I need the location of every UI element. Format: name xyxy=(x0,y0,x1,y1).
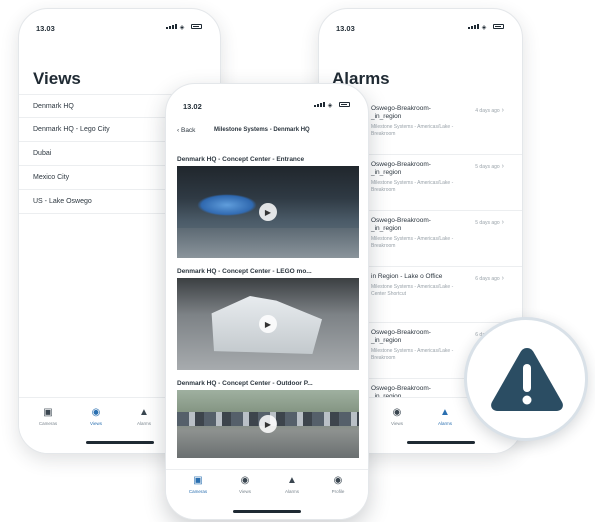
tab-label: Views xyxy=(391,421,403,426)
nav-bar: ‹ Back Milestone Systems - Denmark HQ xyxy=(166,124,368,140)
tab-views[interactable]: ◉ Views xyxy=(377,407,417,427)
warning-icon xyxy=(491,348,563,411)
alarm-icon: ▲ xyxy=(287,475,297,486)
home-indicator xyxy=(406,441,475,444)
alarm-subtitle: Milestone Systems - Americas/Lake - Brea… xyxy=(371,348,454,361)
alarm-subtitle: Milestone Systems - Americas/Lake - Brea… xyxy=(371,124,454,137)
alarm-subtitle: Milestone Systems - Americas/Lake - Brea… xyxy=(371,236,454,249)
home-indicator xyxy=(85,441,154,444)
tab-label: Profile xyxy=(331,489,345,494)
cameras-phone: 13.02 ◈ ‹ Back Milestone Systems - Denma… xyxy=(165,83,369,520)
tab-profile[interactable]: ◉ Profile xyxy=(318,475,358,495)
status-time: 13.03 xyxy=(36,24,55,33)
tab-cameras[interactable]: ▣ Cameras xyxy=(28,407,68,427)
eye-icon: ◉ xyxy=(240,475,250,486)
battery-icon xyxy=(339,102,350,107)
alarm-time: 4 days ago xyxy=(475,107,504,114)
alarm-title: Oswego-Breakroom-_in_region xyxy=(371,329,431,344)
tab-label: Views xyxy=(239,489,251,494)
battery-icon xyxy=(191,24,202,29)
profile-icon: ◉ xyxy=(333,475,343,486)
wifi-icon: ◈ xyxy=(179,25,186,31)
camera-feed[interactable]: ▶ xyxy=(177,278,359,370)
page-title: Views xyxy=(33,69,81,88)
eye-icon: ◉ xyxy=(91,407,101,418)
wifi-icon: ◈ xyxy=(481,25,488,31)
alarm-time: 6 days ago xyxy=(475,275,504,282)
tab-alarms[interactable]: ▲ Alarms xyxy=(272,475,312,495)
battery-icon xyxy=(493,24,504,29)
tab-label: Cameras xyxy=(188,489,208,494)
alarm-subtitle: Milestone Systems - Americas/Lake - Brea… xyxy=(371,180,454,193)
camera-icon: ▣ xyxy=(193,475,203,486)
camera-feeds: Denmark HQ - Concept Center - Entrance ▶… xyxy=(177,154,359,466)
play-icon[interactable]: ▶ xyxy=(259,315,277,333)
tab-views[interactable]: ◉ Views xyxy=(76,407,116,427)
tab-label: Alarms xyxy=(136,421,151,426)
tab-alarms[interactable]: ▲ Alarms xyxy=(124,407,164,427)
camera-feed[interactable]: ▶ xyxy=(177,390,359,458)
alarm-icon: ▲ xyxy=(139,407,149,418)
tab-cameras[interactable]: ▣ Cameras xyxy=(178,475,218,495)
tab-views[interactable]: ◉ Views xyxy=(225,475,265,495)
status-indicators: ◈ xyxy=(314,102,350,109)
status-bar: 13.02 ◈ xyxy=(166,84,368,114)
signal-icon xyxy=(166,24,178,29)
status-indicators: ◈ xyxy=(166,24,202,31)
nav-title: Milestone Systems - Denmark HQ xyxy=(214,127,310,133)
status-time: 13.02 xyxy=(183,102,202,111)
alarm-icon: ▲ xyxy=(440,407,450,418)
alert-badge xyxy=(464,317,588,441)
alarm-title: Oswego-Breakroom-_in_region xyxy=(371,105,431,120)
tab-label: Alarms xyxy=(437,421,452,426)
eye-icon: ◉ xyxy=(392,407,402,418)
feed-label: Denmark HQ - Concept Center - LEGO mo... xyxy=(177,268,312,275)
back-label: Back xyxy=(180,127,196,134)
tab-bar: ▣ Cameras ◉ Views ▲ Alarms ◉ Profile xyxy=(166,469,368,519)
home-indicator xyxy=(233,510,301,513)
feed-label: Denmark HQ - Concept Center - Outdoor P.… xyxy=(177,380,313,387)
camera-icon: ▣ xyxy=(43,407,53,418)
status-time: 13.03 xyxy=(336,24,355,33)
tab-label: Alarms xyxy=(284,489,299,494)
play-icon[interactable]: ▶ xyxy=(259,203,277,221)
alarm-time: 5 days ago xyxy=(475,219,504,226)
status-bar: 13.03 ◈ xyxy=(19,9,220,39)
back-button[interactable]: ‹ Back xyxy=(177,127,195,134)
alarm-time: 5 days ago xyxy=(475,163,504,170)
status-bar: 13.03 ◈ xyxy=(319,9,522,39)
status-indicators: ◈ xyxy=(468,24,504,31)
camera-feed[interactable]: ▶ xyxy=(177,166,359,258)
tab-label: Cameras xyxy=(38,421,58,426)
tab-label: Views xyxy=(90,421,102,426)
alarm-subtitle: Milestone Systems - Americas/Lake - Cent… xyxy=(371,284,454,297)
alarm-title: Oswego-Breakroom-_in_region xyxy=(371,161,431,176)
alarm-title: in Region - Lake o Office xyxy=(371,273,443,280)
signal-icon xyxy=(468,24,480,29)
signal-icon xyxy=(314,102,326,107)
feed-label: Denmark HQ - Concept Center - Entrance xyxy=(177,156,305,163)
wifi-icon: ◈ xyxy=(327,103,334,109)
play-icon[interactable]: ▶ xyxy=(259,415,277,433)
tab-alarms[interactable]: ▲ Alarms xyxy=(425,407,465,427)
alarm-title: Oswego-Breakroom-_in_region xyxy=(371,217,431,232)
